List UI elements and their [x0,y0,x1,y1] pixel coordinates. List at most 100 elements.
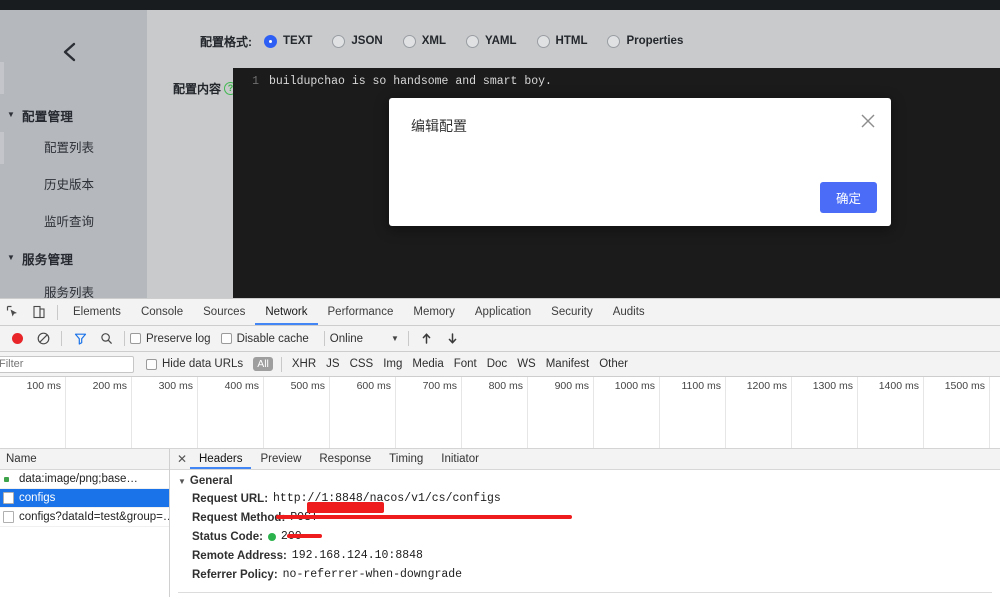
header-key: Request Method: [192,512,285,524]
timeline-tick-label: 1100 ms [682,380,722,392]
tab-elements[interactable]: Elements [63,299,131,325]
filter-type-css[interactable]: CSS [345,358,379,370]
table-row[interactable]: configs [0,489,169,508]
timeline-tick-label: 600 ms [357,380,391,392]
preserve-log-checkbox[interactable]: Preserve log [130,333,211,345]
filter-type-media[interactable]: Media [407,358,448,370]
request-name: data:image/png;base… [19,473,138,485]
checkbox-box-icon [146,359,157,370]
filter-type-doc[interactable]: Doc [482,358,512,370]
upload-icon[interactable] [414,326,440,352]
tab-sources[interactable]: Sources [193,299,255,325]
redaction-box-host [307,502,384,513]
filter-type-manifest[interactable]: Manifest [541,358,594,370]
header-value: 192.168.124.10:8848 [292,549,423,562]
filter-type-font[interactable]: Font [449,358,482,370]
general-section-header[interactable]: ▼ General [170,470,1000,489]
request-name: configs?dataId=test&group=… [19,511,169,523]
timeline-tick-label: 800 ms [489,380,523,392]
hide-data-urls-checkbox[interactable]: Hide data URLs [146,358,243,370]
filter-type-xhr[interactable]: XHR [287,358,321,370]
tab-application[interactable]: Application [465,299,541,325]
tab-timing[interactable]: Timing [380,449,432,469]
network-toolbar: Preserve log Disable cache Online ▼ [0,326,1000,352]
section-title: General [190,475,233,487]
timeline-tick-label: 200 ms [93,380,127,392]
timeline-tick: 1500 ms [924,377,990,449]
toolbar-divider [61,331,62,346]
tab-console[interactable]: Console [131,299,193,325]
filter-type-other[interactable]: Other [594,358,633,370]
filter-type-img[interactable]: Img [378,358,407,370]
clear-icon[interactable] [30,326,56,352]
timeline-tick-label: 1000 ms [615,380,655,392]
filter-input[interactable] [0,356,134,373]
table-row[interactable]: data:image/png;base… [0,470,169,489]
search-icon[interactable] [93,326,119,352]
request-list-column-header[interactable]: Name [0,449,169,470]
tab-performance[interactable]: Performance [318,299,404,325]
network-panes: Name data:image/png;base… configs config… [0,449,1000,597]
table-row[interactable]: configs?dataId=test&group=… [0,508,169,527]
filter-type-all[interactable]: All [253,357,273,371]
tab-response[interactable]: Response [310,449,380,469]
close-icon[interactable] [859,112,877,130]
header-row-request-url: Request URL: http://1 :8848/nacos/v1/cs/… [170,489,1000,508]
tab-initiator[interactable]: Initiator [432,449,488,469]
record-icon[interactable] [4,326,30,352]
tab-audits[interactable]: Audits [603,299,655,325]
timeline-tick: 200 ms [66,377,132,449]
header-row-remote-address: Remote Address: 192.168.124.10:8848 [170,546,1000,565]
timeline-tick: 1100 ms [660,377,726,449]
caret-down-icon: ▼ [178,477,186,486]
toolbar-divider [324,331,325,346]
timeline-tick: 300 ms [132,377,198,449]
tab-preview[interactable]: Preview [251,449,310,469]
header-value: no-referrer-when-downgrade [283,568,462,581]
checkbox-box-icon [130,333,141,344]
close-icon[interactable]: ✕ [174,452,190,466]
disable-cache-checkbox[interactable]: Disable cache [221,333,309,345]
filter-type-js[interactable]: JS [321,358,344,370]
timeline-tick: 800 ms [462,377,528,449]
section-divider [178,592,992,593]
redaction-underline-method [287,534,322,538]
toolbar-divider [124,331,125,346]
tab-headers[interactable]: Headers [190,449,251,469]
network-overview-timeline[interactable]: 100 ms 200 ms 300 ms 400 ms 500 ms 600 m… [0,377,1000,449]
status-ok-icon [268,533,276,541]
devtools-panel: Elements Console Sources Network Perform… [0,298,1000,597]
hide-data-urls-label: Hide data URLs [162,358,243,370]
timeline-tick: 500 ms [264,377,330,449]
modal-overlay: 编辑配置 确定 [0,10,1000,298]
devtools-tabbar: Elements Console Sources Network Perform… [0,299,1000,326]
window-title-bar [0,0,1000,10]
request-name: configs [19,492,55,504]
generic-file-icon [3,492,14,504]
timeline-tick: 700 ms [396,377,462,449]
timeline-tick-label: 1300 ms [813,380,853,392]
timeline-tick-label: 500 ms [291,380,325,392]
checkbox-box-icon [221,333,232,344]
throttling-value: Online [330,333,363,345]
timeline-tick-label: 1400 ms [879,380,919,392]
download-icon[interactable] [440,326,466,352]
dialog-confirm-button[interactable]: 确定 [820,182,877,213]
tab-network[interactable]: Network [255,299,317,325]
timeline-tick-label: 300 ms [159,380,193,392]
timeline-tick-label: 1500 ms [945,380,985,392]
funnel-icon[interactable] [67,326,93,352]
chevron-down-icon: ▼ [391,334,399,343]
nacos-console-app: ▼ 配置管理 配置列表 历史版本 监听查询 ▼ 服务管理 服务列表 [0,10,1000,298]
tab-memory[interactable]: Memory [403,299,465,325]
disable-cache-label: Disable cache [237,333,309,345]
timeline-tick: 1000 ms [594,377,660,449]
timeline-tick: 900 ms [528,377,594,449]
filter-type-ws[interactable]: WS [512,358,541,370]
header-row-referrer-policy: Referrer Policy: no-referrer-when-downgr… [170,565,1000,584]
tab-security[interactable]: Security [541,299,603,325]
device-toolbar-icon[interactable] [26,299,52,325]
throttling-select[interactable]: Online ▼ [330,333,399,345]
timeline-tick-label: 100 ms [27,380,61,392]
inspect-element-icon[interactable] [0,299,26,325]
